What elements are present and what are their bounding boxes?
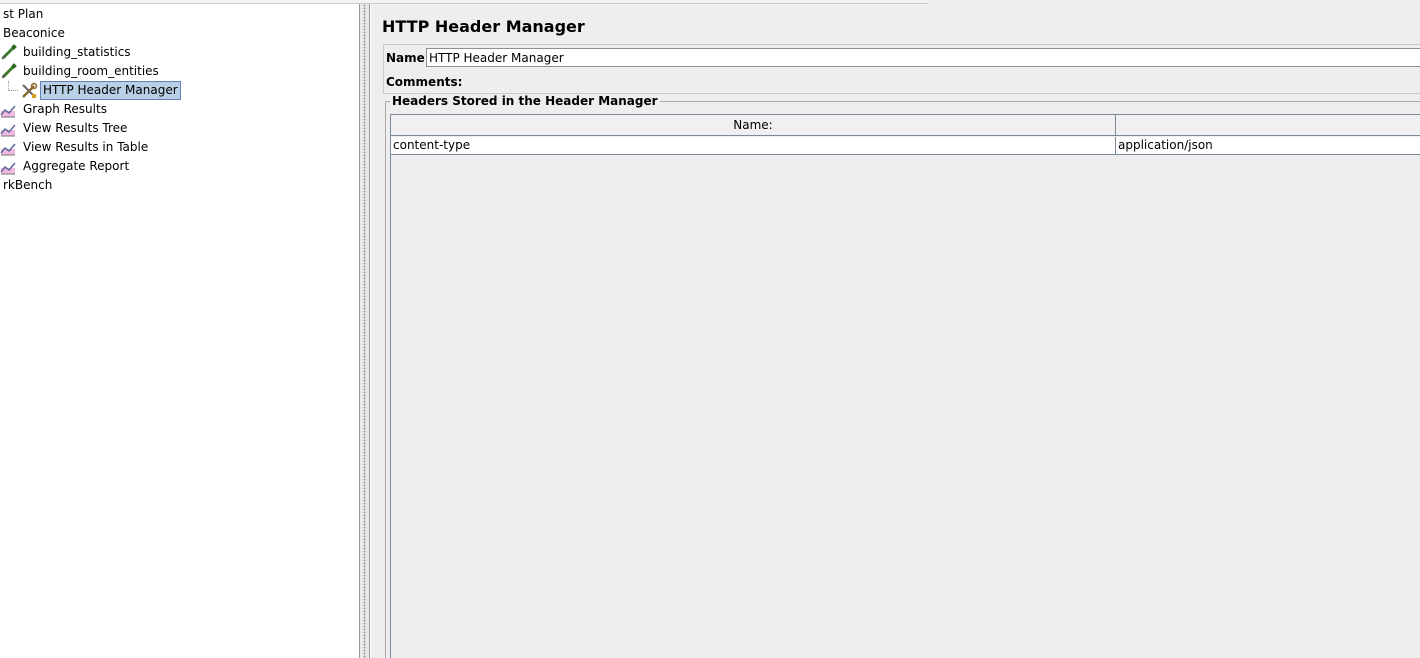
tree-item-label: View Results in Table — [23, 140, 149, 154]
tree-item-label: Graph Results — [23, 102, 107, 116]
sampler-pipette-icon — [0, 62, 18, 80]
test-plan-tree[interactable]: st Plan Beaconice building_statistics bu… — [0, 4, 360, 658]
header-name-cell[interactable]: content-type — [391, 137, 1116, 154]
element-editor-panel: HTTP Header Manager Name: HTTP Header Ma… — [370, 4, 1420, 658]
column-header-value[interactable] — [1116, 115, 1420, 136]
tree-item-building-statistics[interactable]: building_statistics — [0, 43, 134, 62]
split-pane-divider[interactable] — [360, 4, 370, 658]
tree-item-label: Aggregate Report — [23, 159, 130, 173]
tree-item-view-results-in-table[interactable]: View Results in Table — [0, 138, 151, 157]
headers-table[interactable]: Name: content-type application/json — [390, 114, 1420, 658]
tree-item-test-plan[interactable]: st Plan — [0, 5, 46, 24]
tree-item-view-results-tree[interactable]: View Results Tree — [0, 119, 130, 138]
headers-group: Headers Stored in the Header Manager Nam… — [385, 94, 1420, 658]
column-header-name[interactable]: Name: — [391, 115, 1116, 136]
listener-graph-icon — [0, 158, 18, 176]
headers-group-title: Headers Stored in the Header Manager — [390, 94, 660, 108]
name-label: Name: — [386, 51, 430, 65]
page-title: HTTP Header Manager — [382, 17, 585, 36]
tree-item-label: rkBench — [3, 178, 53, 192]
listener-graph-icon — [0, 120, 18, 138]
tree-item-graph-results[interactable]: Graph Results — [0, 100, 110, 119]
tree-item-label: st Plan — [3, 7, 44, 21]
tree-item-http-header-manager[interactable]: HTTP Header Manager — [0, 81, 181, 100]
tree-item-label: View Results Tree — [23, 121, 128, 135]
tree-item-building-room-entities[interactable]: building_room_entities — [0, 62, 162, 81]
name-field[interactable]: HTTP Header Manager — [426, 48, 1420, 67]
comments-label: Comments: — [386, 75, 463, 89]
tree-item-label: HTTP Header Manager — [40, 81, 181, 100]
table-row[interactable]: content-type application/json — [391, 137, 1420, 155]
divider-grip — [363, 4, 366, 658]
config-tools-icon — [20, 82, 38, 100]
header-value-cell[interactable]: application/json — [1116, 137, 1420, 154]
tree-item-label: building_statistics — [23, 45, 131, 59]
tree-item-aggregate-report[interactable]: Aggregate Report — [0, 157, 132, 176]
tree-item-label: building_room_entities — [23, 64, 159, 78]
tree-item-thread-group[interactable]: Beaconice — [0, 24, 68, 43]
tree-item-label: Beaconice — [3, 26, 65, 40]
listener-graph-icon — [0, 139, 18, 157]
name-comments-group: Name: HTTP Header Manager Comments: — [383, 44, 1420, 94]
sampler-pipette-icon — [0, 43, 18, 61]
listener-graph-icon — [0, 101, 18, 119]
tree-item-workbench[interactable]: rkBench — [0, 176, 55, 195]
